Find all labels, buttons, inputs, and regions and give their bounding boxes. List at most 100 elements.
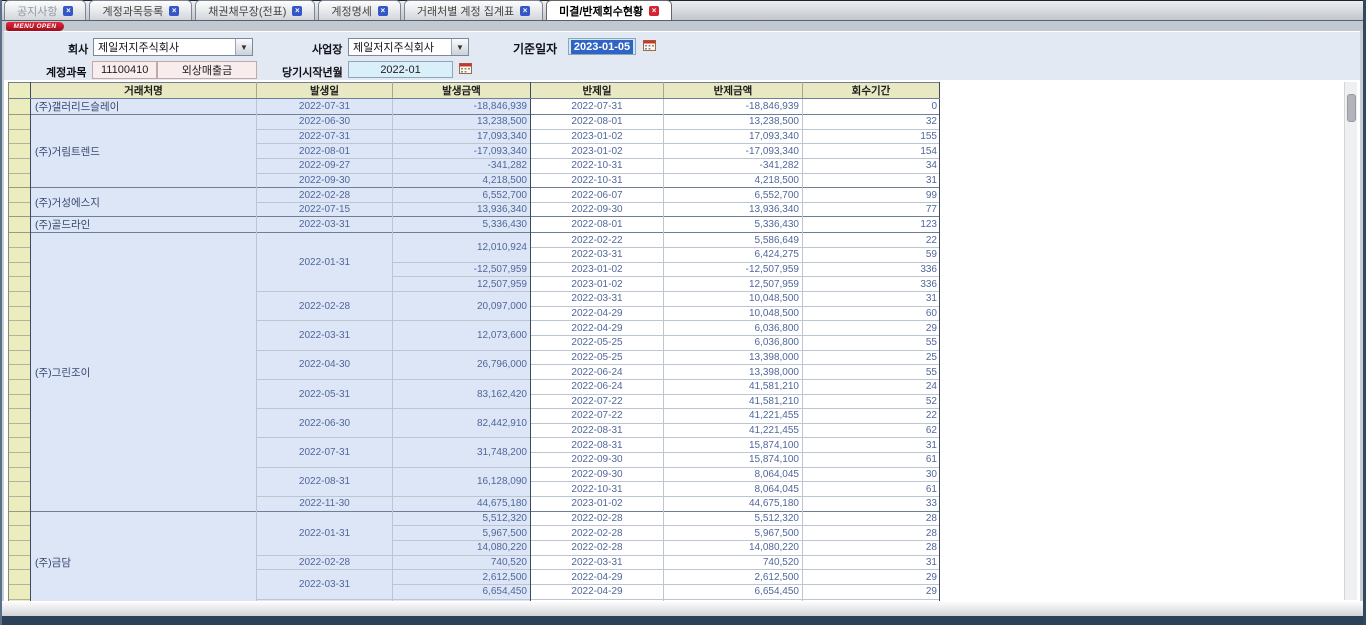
cell-odate[interactable]: 2022-05-31	[257, 379, 393, 408]
cell-ramt[interactable]: 13,398,000	[664, 365, 803, 380]
cell-days[interactable]: 61	[803, 482, 940, 497]
cell-odate[interactable]: 2022-07-31	[257, 99, 393, 115]
cell-rdate[interactable]: 2022-03-31	[531, 248, 664, 263]
cell-rdate[interactable]: 2022-02-28	[531, 526, 664, 541]
cell-rdate[interactable]: 2022-02-22	[531, 233, 664, 248]
cell-ramt[interactable]: 4,218,500	[664, 173, 803, 188]
cell-rdate[interactable]: 2022-03-31	[531, 555, 664, 570]
row-header-cell[interactable]	[9, 540, 31, 555]
chevron-down-icon[interactable]: ▼	[451, 39, 468, 55]
cell-odate[interactable]: 2022-01-31	[257, 233, 393, 292]
cell-odate[interactable]: 2022-08-31	[257, 467, 393, 496]
cell-oamt[interactable]: 26,796,000	[393, 350, 531, 379]
row-header-cell[interactable]	[9, 262, 31, 277]
cell-rdate[interactable]: 2022-06-07	[531, 188, 664, 203]
cell-days[interactable]: 31	[803, 438, 940, 453]
cell-rdate[interactable]: 2022-08-31	[531, 438, 664, 453]
cell-days[interactable]: 29	[803, 321, 940, 336]
period-start-field[interactable]: 2022-01	[348, 61, 453, 78]
cell-odate[interactable]: 2022-06-30	[257, 409, 393, 438]
row-header-cell[interactable]	[9, 467, 31, 482]
cell-days[interactable]: 123	[803, 217, 940, 233]
cell-rdate[interactable]: 2022-02-28	[531, 511, 664, 526]
row-header-cell[interactable]	[9, 423, 31, 438]
cell-days[interactable]: 0	[803, 99, 940, 115]
cell-oamt[interactable]: 5,967,500	[393, 526, 531, 541]
cell-rdate[interactable]: 2022-02-28	[531, 540, 664, 555]
cell-days[interactable]: 22	[803, 233, 940, 248]
cell-days[interactable]: 28	[803, 511, 940, 526]
row-header-cell[interactable]	[9, 217, 31, 233]
tab-거래처별 계정 집계표[interactable]: 거래처별 계정 집계표×	[404, 0, 543, 20]
cell-oamt[interactable]: 20,097,000	[393, 292, 531, 321]
cell-oamt[interactable]: 17,093,340	[393, 129, 531, 144]
account-code-input[interactable]	[92, 61, 157, 79]
row-header-cell[interactable]	[9, 248, 31, 263]
cell-name[interactable]: (주)갤러리드슬레이	[31, 99, 257, 115]
cell-rdate[interactable]: 2022-07-31	[531, 99, 664, 115]
cell-name[interactable]: (주)골드라인	[31, 217, 257, 233]
cell-oamt[interactable]: 82,442,910	[393, 409, 531, 438]
row-header-cell[interactable]	[9, 129, 31, 144]
cell-rdate[interactable]: 2022-06-24	[531, 379, 664, 394]
row-header-cell[interactable]	[9, 158, 31, 173]
col-header-3[interactable]: 반제일	[531, 83, 664, 99]
row-header-cell[interactable]	[9, 365, 31, 380]
cell-ramt[interactable]: 2,612,500	[664, 570, 803, 585]
menu-open-button[interactable]: MENU OPEN	[6, 22, 64, 31]
row-header-cell[interactable]	[9, 497, 31, 512]
tab-채권채무장(전표)[interactable]: 채권채무장(전표)×	[195, 0, 315, 20]
cell-ramt[interactable]: 17,093,340	[664, 129, 803, 144]
row-header-cell[interactable]	[9, 99, 31, 115]
cell-oamt[interactable]: 16,128,090	[393, 467, 531, 496]
cell-rdate[interactable]: 2022-08-01	[531, 115, 664, 130]
cell-days[interactable]: 55	[803, 335, 940, 350]
cell-ramt[interactable]: -341,282	[664, 158, 803, 173]
col-header-1[interactable]: 발생일	[257, 83, 393, 99]
cell-odate[interactable]: 2022-03-31	[257, 321, 393, 350]
row-header-cell[interactable]	[9, 482, 31, 497]
cell-days[interactable]: 22	[803, 409, 940, 424]
row-header-cell[interactable]	[9, 350, 31, 365]
row-header-cell[interactable]	[9, 570, 31, 585]
row-header-cell[interactable]	[9, 409, 31, 424]
cell-oamt[interactable]: 12,010,924	[393, 233, 531, 262]
cell-days[interactable]: 31	[803, 173, 940, 188]
cell-odate[interactable]: 2022-03-31	[257, 570, 393, 599]
cell-rdate[interactable]: 2023-01-02	[531, 277, 664, 292]
cell-rdate[interactable]: 2022-04-29	[531, 306, 664, 321]
row-header-cell[interactable]	[9, 202, 31, 217]
cell-oamt[interactable]: 13,238,500	[393, 115, 531, 130]
cell-oamt[interactable]: -18,846,939	[393, 99, 531, 115]
cell-ramt[interactable]: 10,048,500	[664, 292, 803, 307]
row-header-cell[interactable]	[9, 453, 31, 468]
row-header-cell[interactable]	[9, 144, 31, 159]
tab-계정과목등록[interactable]: 계정과목등록×	[89, 0, 192, 20]
cell-odate[interactable]: 2022-01-31	[257, 511, 393, 555]
cell-rdate[interactable]: 2022-08-01	[531, 217, 664, 233]
cell-odate[interactable]: 2022-11-30	[257, 497, 393, 512]
row-header-cell[interactable]	[9, 292, 31, 307]
cell-rdate[interactable]: 2022-03-31	[531, 292, 664, 307]
cell-rdate[interactable]: 2022-08-31	[531, 423, 664, 438]
cell-days[interactable]: 30	[803, 467, 940, 482]
account-name-field[interactable]: 외상매출금	[157, 61, 257, 79]
cell-ramt[interactable]: 8,064,045	[664, 482, 803, 497]
cell-oamt[interactable]: 13,936,340	[393, 202, 531, 217]
tab-close-icon[interactable]: ×	[378, 6, 388, 16]
cell-ramt[interactable]: -18,846,939	[664, 99, 803, 115]
cell-days[interactable]: 61	[803, 453, 940, 468]
cell-rdate[interactable]: 2022-09-30	[531, 467, 664, 482]
cell-oamt[interactable]: 12,507,959	[393, 277, 531, 292]
row-header-cell[interactable]	[9, 526, 31, 541]
cell-ramt[interactable]: 13,238,500	[664, 115, 803, 130]
site-select[interactable]: 제일저지주식회사 ▼	[348, 38, 469, 56]
chevron-down-icon[interactable]: ▼	[235, 39, 252, 55]
cell-days[interactable]: 99	[803, 188, 940, 203]
cell-oamt[interactable]: 6,654,450	[393, 584, 531, 599]
tab-close-icon[interactable]: ×	[520, 6, 530, 16]
cell-rdate[interactable]: 2023-01-02	[531, 262, 664, 277]
cell-name[interactable]: (주)그린조이	[31, 233, 257, 511]
cell-days[interactable]: 28	[803, 526, 940, 541]
cell-oamt[interactable]: -341,282	[393, 158, 531, 173]
